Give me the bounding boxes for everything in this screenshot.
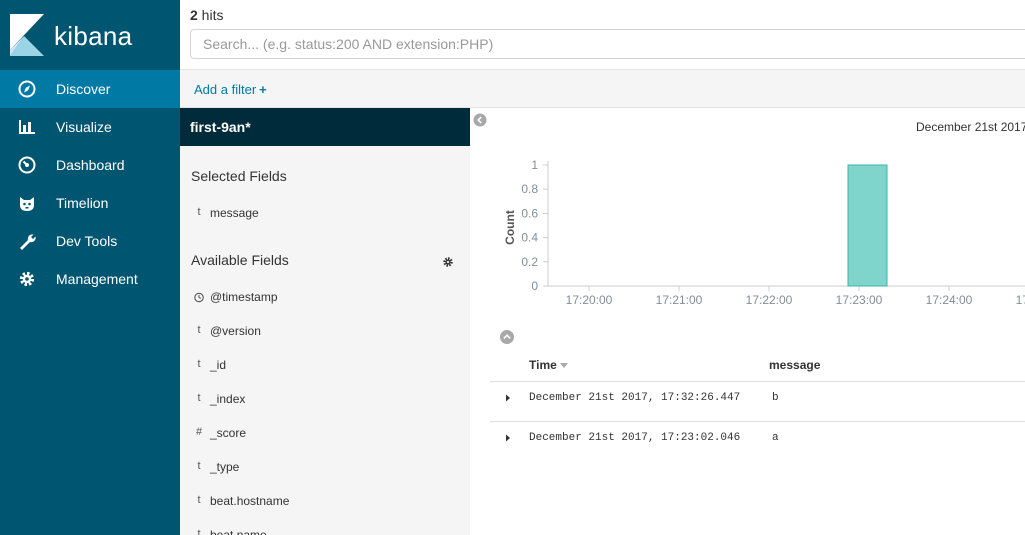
nav-item-label: Management bbox=[56, 271, 138, 287]
nav-item-discover[interactable]: Discover bbox=[0, 70, 180, 108]
nav-item-management[interactable]: Management bbox=[0, 260, 180, 298]
nav-item-visualize[interactable]: Visualize bbox=[0, 108, 180, 146]
kibana-logo-icon bbox=[10, 14, 44, 56]
x-tick-label: 17:20:00 bbox=[566, 293, 613, 307]
available-field-row[interactable]: t _index bbox=[180, 390, 470, 410]
sidebar: kibana Discover Visualize Dashboard Timelio… bbox=[0, 0, 180, 535]
nav-item-label: Discover bbox=[56, 81, 111, 97]
field-type-icon: # bbox=[195, 426, 203, 438]
available-field-row[interactable]: t _type bbox=[180, 458, 470, 478]
column-header-message[interactable]: message bbox=[769, 358, 820, 372]
y-tick-label: 0.2 bbox=[521, 255, 538, 269]
hits-number: 2 bbox=[190, 7, 198, 23]
table-row[interactable]: December 21st 2017, 17:23:02.046 a bbox=[490, 421, 1025, 461]
y-tick-label: 0.8 bbox=[521, 182, 538, 196]
field-name: _type bbox=[210, 460, 240, 474]
available-field-row[interactable]: t @version bbox=[180, 322, 470, 342]
field-panel: first-9an* Selected Fields t message Avai… bbox=[180, 108, 470, 535]
expand-row-icon[interactable] bbox=[503, 433, 513, 443]
row-message: a bbox=[772, 432, 779, 444]
field-type-icon: t bbox=[197, 358, 201, 370]
available-field-row[interactable]: t beat.name bbox=[180, 526, 470, 535]
available-field-row[interactable]: t _id bbox=[180, 356, 470, 376]
histogram-chart[interactable]: 0 0.2 0.4 0.6 0.8 1 17:20:00 17:21:00 17:22:00 17… bbox=[490, 150, 1025, 320]
field-type-icon: t bbox=[197, 206, 201, 218]
collapse-sidebar-icon[interactable] bbox=[473, 113, 487, 127]
field-name: _score bbox=[210, 426, 247, 440]
clock-icon bbox=[194, 292, 204, 303]
field-name: message bbox=[210, 206, 259, 220]
x-tick-label: 17:23:00 bbox=[836, 293, 883, 307]
available-field-row[interactable]: @timestamp bbox=[180, 288, 470, 308]
y-tick-label: 0 bbox=[531, 279, 538, 293]
hits-count: 2 hits bbox=[190, 7, 223, 23]
bar-chart-icon bbox=[19, 120, 35, 134]
x-tick-label: 17:21:00 bbox=[656, 293, 703, 307]
y-axis-label: Count bbox=[503, 210, 517, 245]
sort-down-icon[interactable] bbox=[559, 363, 568, 369]
chart-title: December 21st 2017 bbox=[916, 120, 1025, 134]
column-header-time[interactable]: Time bbox=[529, 358, 568, 372]
gear-icon bbox=[19, 271, 35, 287]
field-settings-gear-icon[interactable] bbox=[442, 256, 454, 268]
field-type-icon: t bbox=[197, 392, 201, 404]
row-message: b bbox=[772, 392, 779, 404]
search-input[interactable] bbox=[190, 29, 1025, 59]
nav-item-label: Dev Tools bbox=[56, 233, 118, 249]
nav-item-label: Timelion bbox=[56, 195, 109, 211]
index-pattern-title[interactable]: first-9an* bbox=[180, 108, 470, 146]
selected-fields-title: Selected Fields bbox=[191, 168, 287, 184]
nav-item-label: Visualize bbox=[56, 119, 112, 135]
nav-item-label: Dashboard bbox=[56, 157, 125, 173]
available-fields-title: Available Fields bbox=[191, 252, 289, 268]
hits-label: hits bbox=[197, 7, 224, 23]
table-row[interactable]: December 21st 2017, 17:32:26.447 b bbox=[490, 381, 1025, 421]
selected-field-row[interactable]: t message bbox=[180, 204, 470, 224]
compass-icon bbox=[18, 80, 36, 98]
field-name: beat.name bbox=[210, 528, 267, 535]
field-name: beat.hostname bbox=[210, 494, 290, 508]
filter-bar: Add a filter + bbox=[180, 69, 1025, 108]
kibana-app: kibana Discover Visualize Dashboard Timelio… bbox=[0, 0, 1025, 535]
field-type-icon: t bbox=[197, 528, 201, 535]
field-type-icon: t bbox=[197, 494, 201, 506]
y-tick-label: 0.6 bbox=[521, 206, 538, 220]
x-tick-label: 17:24:00 bbox=[926, 293, 973, 307]
add-filter-label: Add a filter bbox=[194, 82, 257, 97]
nav-item-dashboard[interactable]: Dashboard bbox=[0, 146, 180, 184]
x-tick-label: 17:25:00 bbox=[1016, 293, 1025, 307]
nav-item-dev-tools[interactable]: Dev Tools bbox=[0, 222, 180, 260]
available-field-row[interactable]: t beat.hostname bbox=[180, 492, 470, 512]
wrench-icon bbox=[20, 234, 36, 250]
plus-icon: + bbox=[259, 82, 267, 97]
x-tick-label: 17:22:00 bbox=[746, 293, 793, 307]
dashboard-icon bbox=[18, 156, 36, 174]
field-name: @timestamp bbox=[210, 290, 278, 304]
expand-row-icon[interactable] bbox=[503, 393, 513, 403]
histogram-bar[interactable] bbox=[847, 164, 888, 287]
field-name: _index bbox=[210, 392, 246, 406]
y-tick-label: 0.4 bbox=[521, 231, 538, 245]
nav-item-timelion[interactable]: Timelion bbox=[0, 184, 180, 222]
available-field-row[interactable]: # _score bbox=[180, 424, 470, 444]
field-type-icon: t bbox=[197, 460, 201, 472]
timelion-icon bbox=[20, 197, 34, 211]
field-name: @version bbox=[210, 324, 261, 338]
field-name: _id bbox=[210, 358, 227, 372]
collapse-chart-icon[interactable] bbox=[499, 329, 515, 345]
field-type-icon: t bbox=[197, 324, 201, 336]
column-header-time-label: Time bbox=[529, 358, 557, 372]
row-time: December 21st 2017, 17:23:02.046 bbox=[529, 432, 741, 444]
kibana-logo[interactable]: kibana bbox=[0, 0, 180, 70]
brand-name: kibana bbox=[54, 21, 133, 51]
add-filter-link[interactable]: Add a filter + bbox=[194, 82, 267, 97]
row-time: December 21st 2017, 17:32:26.447 bbox=[529, 392, 741, 404]
y-tick-label: 1 bbox=[531, 158, 538, 172]
